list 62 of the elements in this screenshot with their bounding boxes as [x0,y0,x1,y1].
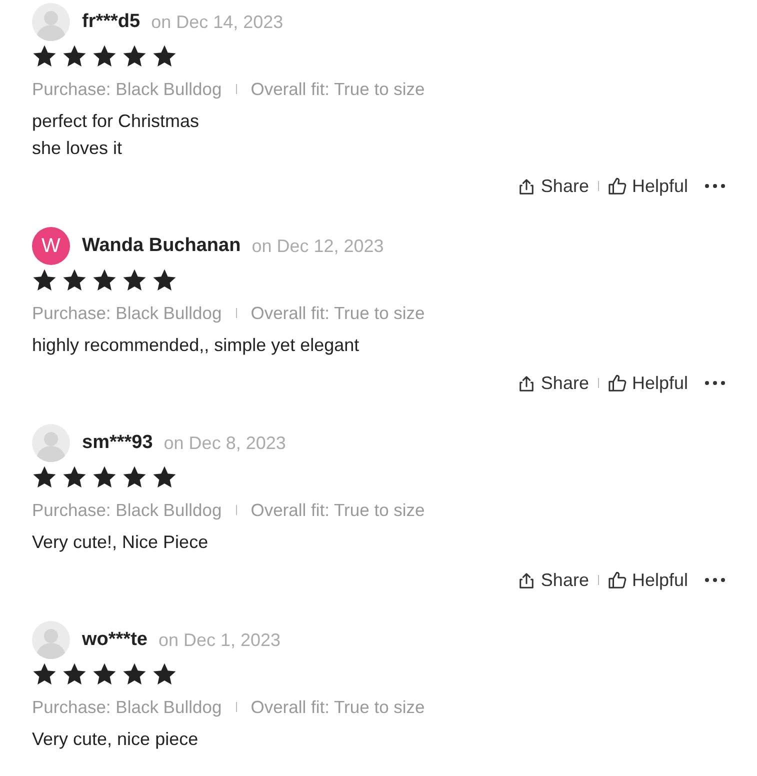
reviewer-name: wo***te [82,628,148,652]
reviewer-name: fr***d5 [82,10,140,34]
star-icon [92,465,117,489]
star-icon [32,44,57,68]
thumbs-up-icon [608,374,627,392]
purchase-info: Purchase: Black Bulldog [32,302,222,325]
review-text: highly recommended,, simple yet elegant [32,334,360,357]
share-button[interactable]: Share [518,568,589,592]
star-icon [62,44,87,68]
star-icon [92,44,117,68]
share-icon [518,572,535,588]
purchase-info: Purchase: Black Bulldog [32,696,222,719]
purchase-info: Purchase: Black Bulldog [32,498,222,522]
helpful-button[interactable]: Helpful [608,568,688,592]
star-icon [122,268,147,292]
review-text: Very cute!, Nice Piece [32,531,208,554]
avatar-icon [32,3,70,41]
more-button[interactable] [705,381,725,385]
star-icon [152,662,177,686]
more-button[interactable] [705,578,725,582]
avatar-initial: W [32,227,70,265]
purchase-info: Purchase: Black Bulldog [32,78,222,101]
star-icon [122,662,147,686]
review-text: Very cute, nice piece [32,728,198,751]
star-icon [32,662,57,686]
star-icon [152,465,177,489]
reviewer-name: sm***93 [82,431,153,455]
star-icon [152,268,177,292]
avatar-icon [32,424,70,462]
share-icon [518,178,535,194]
star-icon [122,44,147,68]
thumbs-up-icon [608,571,627,589]
star-icon [152,44,177,68]
thumbs-up-icon [608,177,627,195]
fit-info: Overall fit: True to size [250,498,425,522]
reviewer-name: Wanda Buchanan [82,234,241,258]
more-button[interactable] [705,184,725,188]
star-icon [122,465,147,489]
more-icon [705,381,725,385]
more-icon [705,578,725,582]
star-icon [62,662,87,686]
review-text: perfect for Christmas she loves it [32,110,200,160]
more-icon [705,184,725,188]
review-date: on Dec 12, 2023 [252,235,384,258]
star-icon [92,268,117,292]
share-icon [518,374,535,392]
review-date: on Dec 8, 2023 [164,432,286,455]
helpful-button[interactable]: Helpful [608,371,688,395]
helpful-button[interactable]: Helpful [608,174,688,198]
star-icon [32,465,57,489]
fit-info: Overall fit: True to size [250,302,425,325]
star-icon [62,268,87,292]
star-icon [92,662,117,686]
star-icon [32,268,57,292]
fit-info: Overall fit: True to size [250,696,425,719]
share-button[interactable]: Share [518,371,589,395]
share-button[interactable]: Share [518,174,589,198]
avatar-icon [32,621,70,659]
star-icon [62,465,87,489]
review-date: on Dec 1, 2023 [158,629,281,652]
fit-info: Overall fit: True to size [250,78,425,101]
review-date: on Dec 14, 2023 [151,11,284,34]
